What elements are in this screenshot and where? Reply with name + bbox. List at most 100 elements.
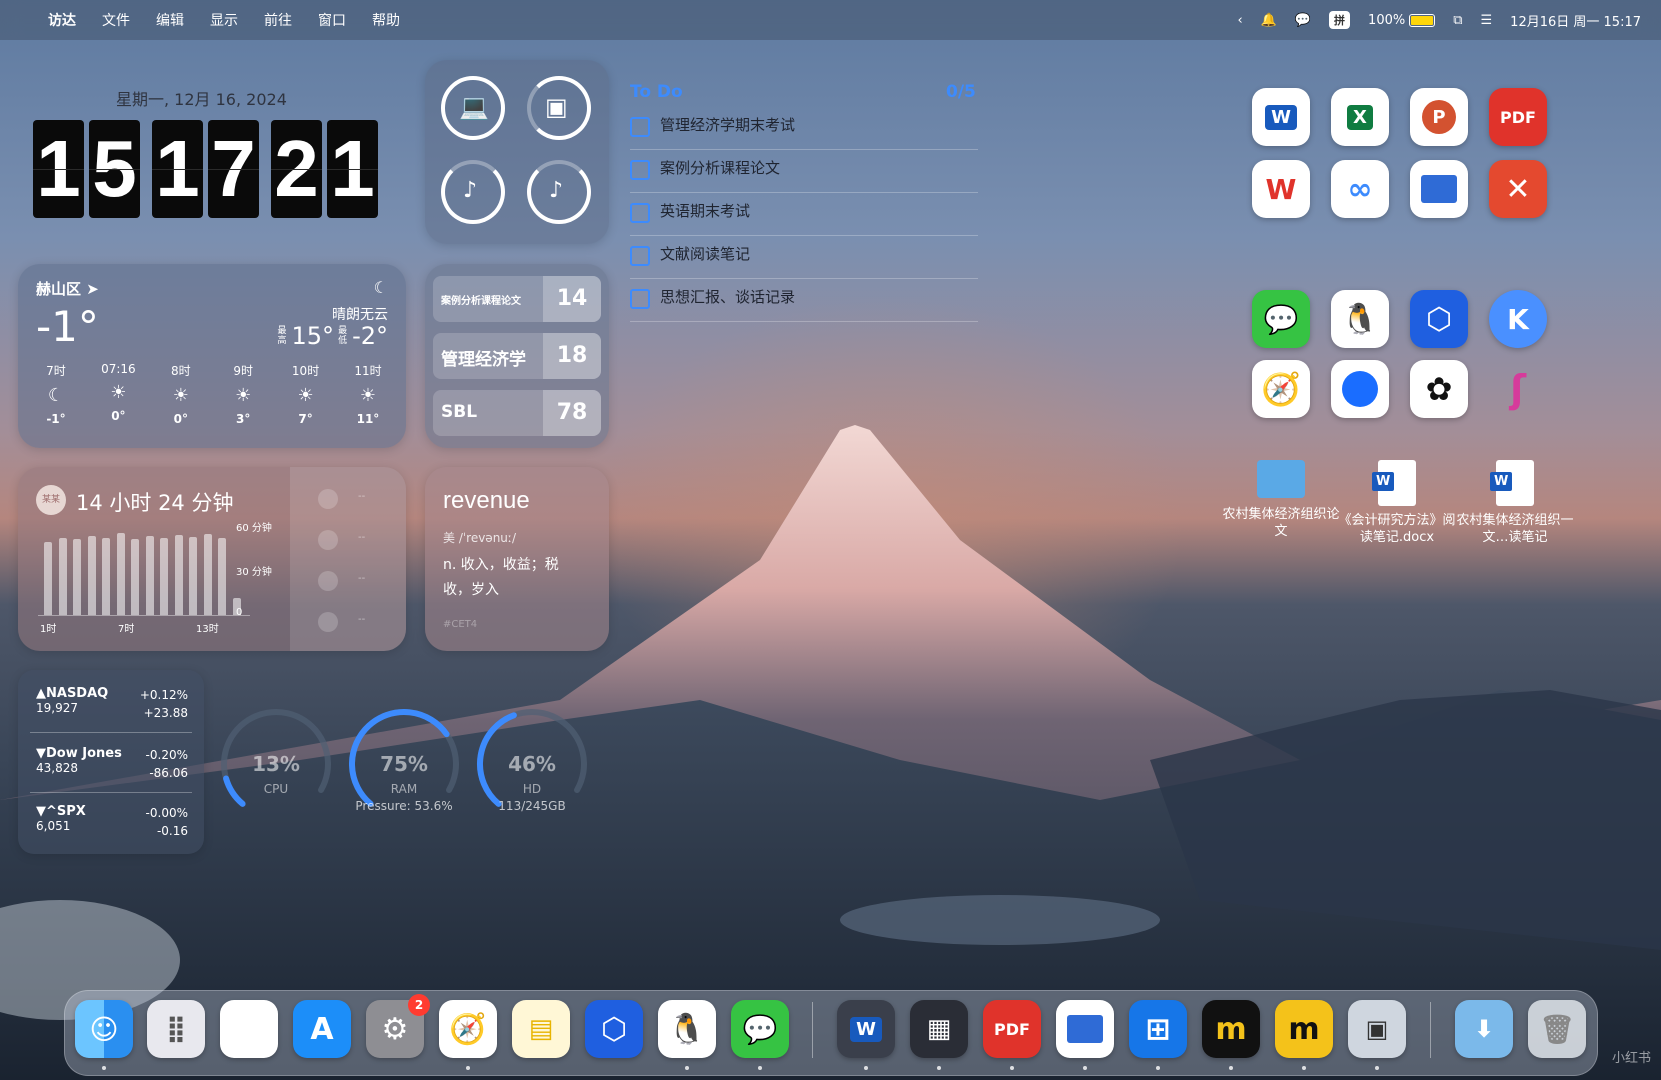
menu-app-name[interactable]: 访达: [48, 10, 76, 30]
screen-mirroring-icon[interactable]: ⧉: [1453, 13, 1462, 28]
todo-item[interactable]: 文献阅读笔记: [630, 236, 978, 279]
menu-help[interactable]: 帮助: [372, 10, 400, 30]
wechat-status-icon[interactable]: 💬: [1295, 13, 1311, 28]
menu-view[interactable]: 显示: [210, 10, 238, 30]
xmind-app-icon[interactable]: ✕: [1489, 160, 1547, 218]
battery-percent: 100%: [1368, 12, 1406, 28]
todo-checkbox[interactable]: [630, 203, 650, 223]
system-settings-dock-icon[interactable]: ⚙ 2: [366, 994, 430, 1058]
low-label: 最低: [338, 326, 348, 346]
wps-app-icon[interactable]: W: [1252, 160, 1310, 218]
weather-widget[interactable]: 赫山区 ➤ -1° ☾ 晴朗无云 最高 15° 最低 -2° 7时 ☾ -1° 07…: [18, 264, 406, 448]
word-app-icon[interactable]: W: [1252, 88, 1310, 146]
menu-file[interactable]: 文件: [102, 10, 130, 30]
desktop-folder[interactable]: 农村集体经济组织论文: [1222, 460, 1340, 540]
hour-time: 07:16: [101, 362, 136, 376]
browser-app-icon[interactable]: [1331, 360, 1389, 418]
moo-app-alt-dock-icon[interactable]: m: [1275, 1000, 1333, 1058]
screen-time-widget[interactable]: 某某 14 小时 24 分钟 60 分钟 30 分钟 0 1时 7时 13时 -…: [18, 467, 406, 651]
qq-dock-icon[interactable]: 🐧: [658, 1000, 716, 1058]
baidu-netdisk-icon[interactable]: ∞: [1331, 160, 1389, 218]
stock-row[interactable]: ▼Dow Jones 43,828 -0.20% -86.06: [36, 746, 204, 780]
photos-dock-icon[interactable]: ✿: [220, 1000, 278, 1058]
qq-app-icon[interactable]: 🐧: [1331, 290, 1389, 348]
kimi-app-icon[interactable]: K: [1489, 290, 1547, 348]
input-method-indicator[interactable]: 拼: [1329, 11, 1351, 29]
excel-app-icon[interactable]: X: [1331, 88, 1389, 146]
safari-dock-icon[interactable]: 🧭: [439, 1000, 497, 1058]
dictionary-tag: #CET4: [443, 619, 478, 630]
hour-forecast: 07:16 ☀ 0°: [90, 362, 146, 426]
batteries-widget[interactable]: 💻 ▣ ♪ ♪: [425, 60, 609, 244]
file-label: 农村集体经济组织一文…读笔记: [1456, 513, 1574, 545]
todo-item[interactable]: 英语期末考试: [630, 193, 978, 236]
battery-status[interactable]: 100%: [1368, 12, 1436, 28]
stocks-widget[interactable]: ▲NASDAQ 19,927 +0.12% +23.88 ▼Dow Jones …: [18, 670, 204, 854]
high-temp: 15°: [291, 322, 335, 350]
menu-go[interactable]: 前往: [264, 10, 292, 30]
running-indicator: [1156, 1066, 1160, 1070]
hexagon-app-icon[interactable]: ⬡: [1410, 290, 1468, 348]
menu-window[interactable]: 窗口: [318, 10, 346, 30]
high-label: 最高: [277, 326, 287, 346]
todo-item[interactable]: 思想汇报、谈话记录: [630, 279, 978, 322]
word-dock-icon[interactable]: W: [837, 1000, 895, 1058]
hour-time: 10时: [291, 364, 320, 378]
y-tick-label: 60 分钟: [236, 523, 272, 534]
menu-edit[interactable]: 编辑: [156, 10, 184, 30]
stock-row[interactable]: ▼^SPX 6,051 -0.00% -0.16: [36, 804, 204, 838]
hexagon-dock-icon[interactable]: ⬡: [585, 1000, 643, 1058]
moo-app-dock-icon[interactable]: m: [1202, 1000, 1260, 1058]
ram-value: 75%: [380, 752, 428, 776]
jetbrains-app-icon[interactable]: ʃ: [1489, 360, 1547, 418]
remote-desktop-icon[interactable]: [1410, 160, 1468, 218]
pdf-icon-label: PDF: [1500, 107, 1536, 127]
running-indicator: [937, 1066, 941, 1070]
desktop-docx-file[interactable]: W 农村集体经济组织一文…读笔记: [1456, 460, 1574, 546]
stock-percent: +0.12%: [139, 688, 188, 702]
countdown-widget[interactable]: 案例分析课程论文 14 管理经济学 18 SBL 78: [425, 264, 609, 448]
watermark: 小红书: [1611, 1051, 1651, 1066]
stock-row[interactable]: ▲NASDAQ 19,927 +0.12% +23.88: [36, 686, 204, 720]
remote-desktop-dock-icon[interactable]: [1056, 1000, 1114, 1058]
widget-app-dock-icon[interactable]: ▦: [910, 1000, 968, 1058]
menubar-clock[interactable]: 12月16日 周一 15:17: [1510, 11, 1641, 30]
countdown-label: SBL: [441, 402, 478, 422]
todo-checkbox[interactable]: [630, 289, 650, 309]
safari-app-icon[interactable]: 🧭: [1252, 360, 1310, 418]
chevron-left-icon[interactable]: ‹: [1237, 13, 1242, 28]
todo-checkbox[interactable]: [630, 246, 650, 266]
control-center-icon[interactable]: ☰: [1481, 13, 1493, 28]
preview-dock-icon[interactable]: ▣: [1348, 1000, 1406, 1058]
running-indicator: [685, 1066, 689, 1070]
finder-dock-icon[interactable]: ☺: [75, 1000, 133, 1058]
app-store-dock-icon[interactable]: A: [293, 1000, 351, 1058]
todo-item[interactable]: 管理经济学期末考试: [630, 107, 978, 150]
todo-item-text: 文献阅读笔记: [660, 245, 751, 263]
screen-time-apps: -- -- -- --: [290, 467, 406, 651]
powerpoint-app-icon[interactable]: P: [1410, 88, 1468, 146]
todo-item[interactable]: 案例分析课程论文: [630, 150, 978, 193]
launchpad-dock-icon[interactable]: ⣿: [147, 1000, 205, 1058]
weather-location-label: 赫山区: [36, 280, 82, 298]
pdf-app-icon[interactable]: PDF: [1489, 88, 1547, 146]
dictionary-widget[interactable]: revenue 美 /ˈrevənuː/ n. 收入，收益；税收，岁入 #CET…: [425, 467, 609, 651]
wechat-app-icon[interactable]: 💬: [1252, 290, 1310, 348]
todo-checkbox[interactable]: [630, 160, 650, 180]
bell-icon[interactable]: 🔔: [1261, 13, 1277, 28]
notes-dock-icon[interactable]: ▤: [512, 1000, 570, 1058]
location-arrow-icon: ➤: [86, 280, 99, 298]
chatgpt-app-icon[interactable]: ✿: [1410, 360, 1468, 418]
weather-condition: 晴朗无云: [332, 307, 388, 323]
file-label: 《会计研究方法》阅读笔记.docx: [1338, 513, 1456, 545]
windows-app-dock-icon[interactable]: ⊞: [1129, 1000, 1187, 1058]
hour-forecast: 11时 ☀ 11°: [340, 362, 396, 426]
downloads-folder-dock-icon[interactable]: ⬇: [1455, 1000, 1513, 1058]
desktop-docx-file[interactable]: W 《会计研究方法》阅读笔记.docx: [1338, 460, 1456, 546]
x-tick-label: 1时: [40, 624, 57, 635]
app-usage: --: [358, 573, 366, 584]
pdf-dock-icon[interactable]: PDF: [983, 1000, 1041, 1058]
todo-checkbox[interactable]: [630, 117, 650, 137]
wechat-dock-icon[interactable]: 💬: [731, 1000, 789, 1058]
trash-dock-icon[interactable]: 🗑: [1528, 1000, 1586, 1058]
